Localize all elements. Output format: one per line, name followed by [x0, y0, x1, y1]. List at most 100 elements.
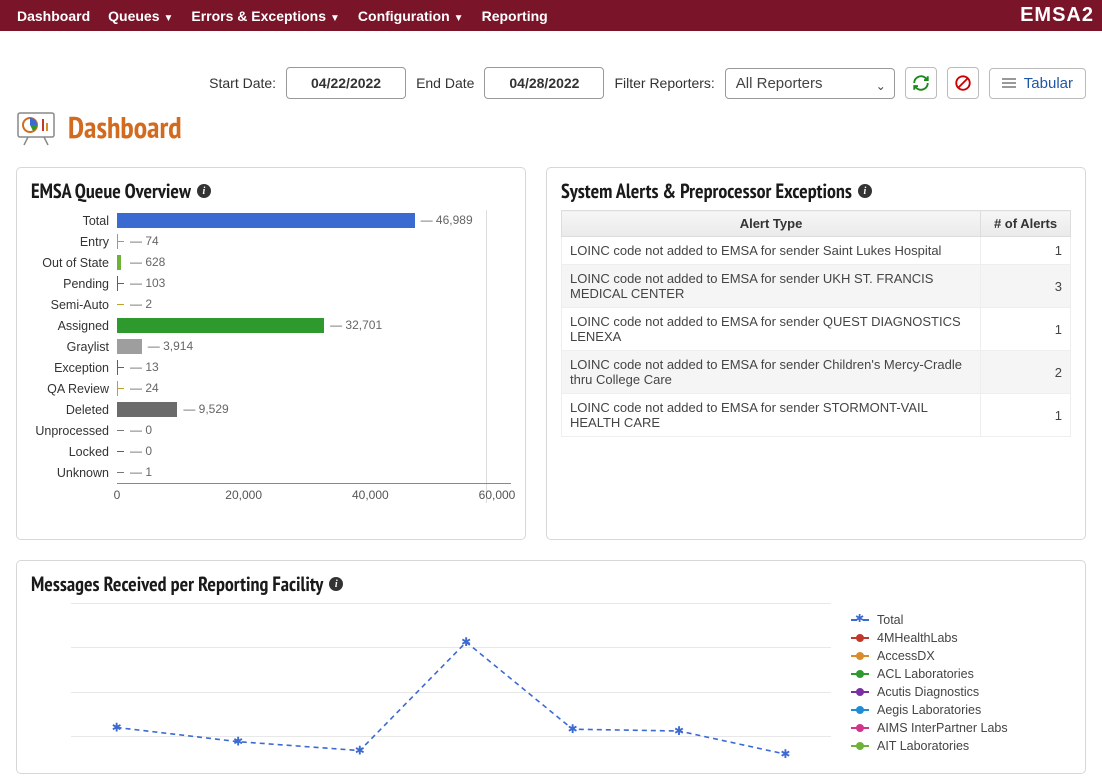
legend-item[interactable]: 4MHealthLabs — [851, 629, 1071, 647]
bar[interactable] — [117, 255, 121, 270]
bar-row: Deleted— 9,529 — [31, 399, 511, 420]
legend-label: Acutis Diagnostics — [877, 685, 979, 699]
legend-swatch — [851, 633, 869, 643]
nav-errors-exceptions[interactable]: Errors & Exceptions▼ — [182, 2, 349, 30]
col-alert-type[interactable]: Alert Type — [562, 211, 981, 237]
nav-queues[interactable]: Queues▼ — [99, 2, 182, 30]
bar-label: Locked — [31, 445, 117, 459]
legend-label: AIMS InterPartner Labs — [877, 721, 1008, 735]
bar-label: Total — [31, 214, 117, 228]
legend-swatch: ✱ — [851, 615, 869, 625]
top-nav: DashboardQueues▼Errors & Exceptions▼Conf… — [0, 0, 1102, 31]
alerts-panel: System Alerts & Preprocessor Exceptions … — [546, 167, 1086, 540]
legend-item[interactable]: Aegis Laboratories — [851, 701, 1071, 719]
legend-swatch — [851, 723, 869, 733]
alerts-panel-title: System Alerts & Preprocessor Exceptions — [561, 178, 852, 204]
legend-label: ACL Laboratories — [877, 667, 974, 681]
svg-text:✱: ✱ — [780, 747, 790, 761]
bar-label: Unknown — [31, 466, 117, 480]
svg-text:✱: ✱ — [674, 724, 684, 738]
bar-value: — 628 — [130, 255, 165, 269]
refresh-icon — [912, 74, 930, 92]
bar-value: — 46,989 — [421, 213, 473, 227]
legend-swatch — [851, 705, 869, 715]
messages-panel-title: Messages Received per Reporting Facility — [31, 571, 323, 597]
chevron-down-icon: ⌄ — [876, 79, 886, 93]
queue-panel-title: EMSA Queue Overview — [31, 178, 191, 204]
info-icon[interactable]: i — [858, 184, 872, 198]
bar-row: Out of State— 628 — [31, 252, 511, 273]
alert-count-cell: 1 — [981, 308, 1071, 351]
no-entry-icon — [954, 74, 972, 92]
legend-item[interactable]: Acutis Diagnostics — [851, 683, 1071, 701]
chart-legend: ✱ Total 4MHealthLabs AccessDX ACL Laboratori… — [831, 603, 1071, 763]
legend-item[interactable]: AccessDX — [851, 647, 1071, 665]
bar-value: — 0 — [130, 444, 152, 458]
dashboard-icon — [14, 107, 58, 147]
legend-swatch — [851, 651, 869, 661]
legend-label: AIT Laboratories — [877, 739, 969, 753]
caret-down-icon: ▼ — [163, 13, 173, 24]
clear-button[interactable] — [947, 67, 979, 99]
table-row[interactable]: LOINC code not added to EMSA for sender … — [562, 237, 1071, 265]
svg-text:✱: ✱ — [568, 722, 578, 736]
total-line: ✱✱✱✱✱✱✱ — [71, 603, 831, 763]
bar-value: — 13 — [130, 360, 159, 374]
nav-configuration[interactable]: Configuration▼ — [349, 2, 473, 30]
nav-reporting[interactable]: Reporting — [473, 2, 557, 30]
bar[interactable] — [117, 213, 415, 228]
axis-tick: 0 — [114, 488, 121, 502]
reporters-select[interactable]: All Reporters ⌄ — [725, 68, 895, 99]
bar-row: Total — 46,989 — [31, 210, 511, 231]
alert-type-cell: LOINC code not added to EMSA for sender … — [562, 237, 981, 265]
legend-item[interactable]: AIMS InterPartner Labs — [851, 719, 1071, 737]
table-row[interactable]: LOINC code not added to EMSA for sender … — [562, 394, 1071, 437]
bar-row: Entry— 74 — [31, 231, 511, 252]
table-row[interactable]: LOINC code not added to EMSA for sender … — [562, 308, 1071, 351]
info-icon[interactable]: i — [197, 184, 211, 198]
legend-item[interactable]: ✱ Total — [851, 611, 1071, 629]
caret-down-icon: ▼ — [454, 13, 464, 24]
legend-item[interactable]: AIT Laboratories — [851, 737, 1071, 755]
nav-dashboard[interactable]: Dashboard — [8, 2, 99, 30]
legend-item[interactable]: ACL Laboratories — [851, 665, 1071, 683]
bar-row: Pending— 103 — [31, 273, 511, 294]
bar-value: — 9,529 — [183, 402, 228, 416]
legend-swatch — [851, 687, 869, 697]
legend-swatch — [851, 741, 869, 751]
refresh-button[interactable] — [905, 67, 937, 99]
alerts-table: Alert Type # of Alerts LOINC code not ad… — [561, 210, 1071, 437]
bar[interactable] — [117, 339, 142, 354]
legend-swatch — [851, 669, 869, 679]
bar-label: Graylist — [31, 340, 117, 354]
start-date-input[interactable]: 04/22/2022 — [286, 67, 406, 99]
bar-label: Assigned — [31, 319, 117, 333]
info-icon[interactable]: i — [329, 577, 343, 591]
svg-text:✱: ✱ — [112, 720, 122, 734]
table-row[interactable]: LOINC code not added to EMSA for sender … — [562, 351, 1071, 394]
bar-value: — 3,914 — [148, 339, 193, 353]
bar-value: — 32,701 — [330, 318, 382, 332]
queue-bar-chart: Total — 46,989 Entry— 74Out of State— 628P… — [31, 210, 511, 529]
filter-bar: Start Date: 04/22/2022 End Date 04/28/20… — [0, 53, 1102, 107]
legend-label: Total — [877, 613, 903, 627]
col-alert-count[interactable]: # of Alerts — [981, 211, 1071, 237]
legend-label: 4MHealthLabs — [877, 631, 958, 645]
start-date-label: Start Date: — [209, 75, 276, 91]
bar-value: — 1 — [130, 465, 152, 479]
tabular-label: Tabular — [1024, 75, 1073, 92]
alert-count-cell: 3 — [981, 265, 1071, 308]
tabular-button[interactable]: Tabular — [989, 68, 1086, 99]
end-date-input[interactable]: 04/28/2022 — [484, 67, 604, 99]
bar-row: Assigned — 32,701 — [31, 315, 511, 336]
messages-line-chart: 15,00012,50010,0007,500✱✱✱✱✱✱✱ — [71, 603, 831, 763]
bar-value: — 74 — [130, 234, 159, 248]
page-title: Dashboard — [68, 108, 182, 147]
alert-type-cell: LOINC code not added to EMSA for sender … — [562, 308, 981, 351]
bar[interactable] — [117, 318, 324, 333]
bar-row: Graylist — 3,914 — [31, 336, 511, 357]
bar-row: Unprocessed— 0 — [31, 420, 511, 441]
table-row[interactable]: LOINC code not added to EMSA for sender … — [562, 265, 1071, 308]
bar[interactable] — [117, 402, 177, 417]
bar-value: — 0 — [130, 423, 152, 437]
